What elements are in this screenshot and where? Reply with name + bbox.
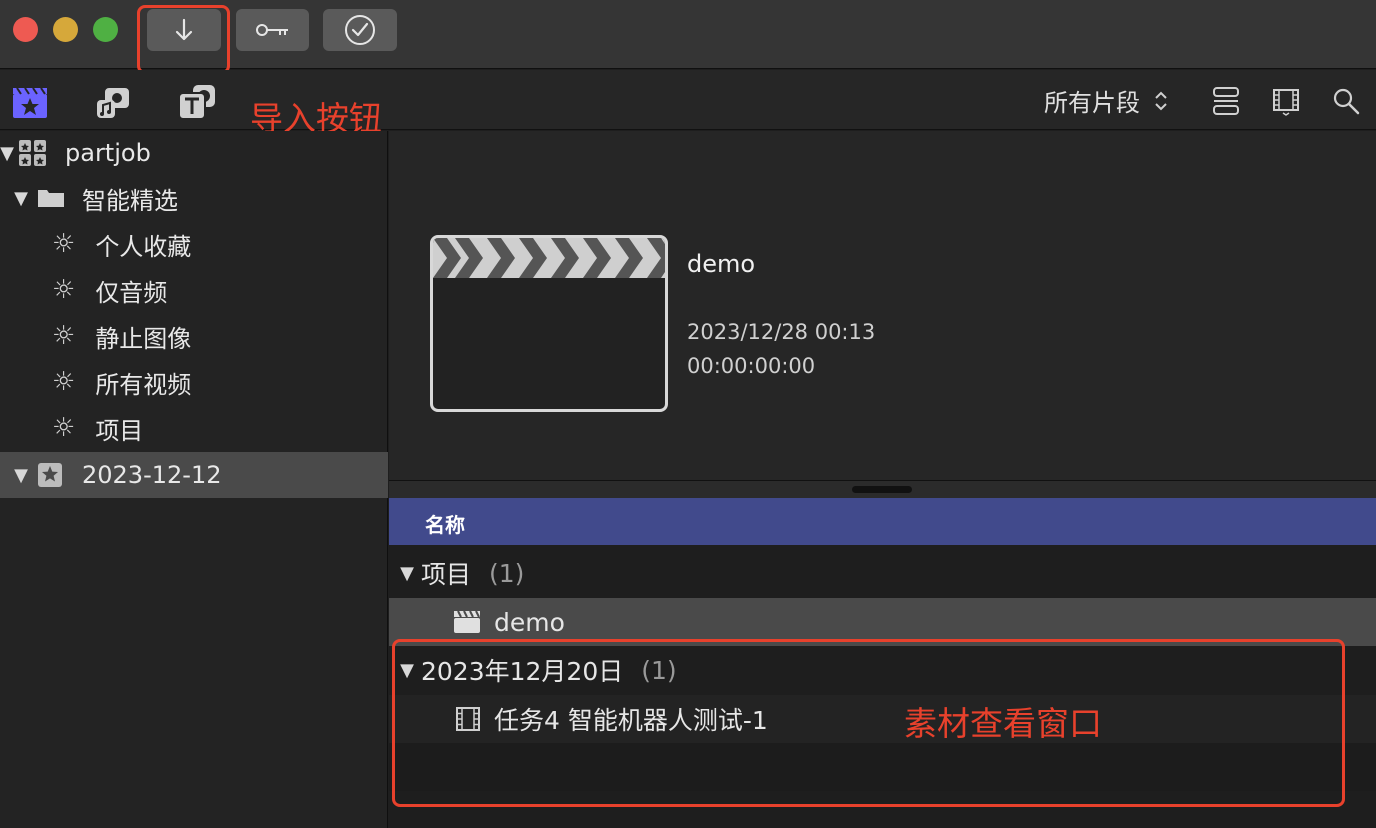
event-star-icon [38,463,62,487]
group-header-projects[interactable]: ▼ 项目 (1) [389,553,1376,593]
project-name: demo [494,607,565,637]
import-button-annotation-box [137,5,230,74]
smart-folder-name: 智能精选 [82,186,178,215]
sidebar-item-smart-collection[interactable]: ☼ 仅音频 [0,268,388,312]
library-name: partjob [65,139,151,167]
filmstrip-icon [1273,89,1299,116]
smart-collection-label: 个人收藏 [95,232,192,261]
disclosure-triangle-icon[interactable]: ▼ [11,465,31,486]
event-name: 2023-12-12 [82,461,222,489]
libraries-tab[interactable] [10,82,50,122]
photos-audio-tab[interactable] [94,82,134,122]
folder-icon [38,190,64,207]
smart-collection-label: 仅音频 [95,278,168,307]
gear-icon: ☼ [52,275,76,305]
disclosure-triangle-icon[interactable]: ▼ [11,188,31,209]
clip-view-icon [1213,87,1239,115]
disclosure-triangle-icon[interactable]: ▼ [397,563,417,584]
sidebar-item-smart-folder[interactable]: ▼ 智能精选 [0,176,388,220]
clip-name: demo [687,250,756,278]
smart-collection-label: 项目 [95,416,144,445]
library-grid-icon [19,140,46,166]
clip-appearance-button[interactable] [1208,84,1244,118]
gear-icon: ☼ [52,229,76,259]
key-icon [255,24,288,36]
clip-filter-label: 所有片段 [1044,89,1140,117]
title-text-icon [178,85,215,120]
pane-divider[interactable] [389,480,1376,498]
gear-icon: ☼ [52,367,76,397]
column-name-label: 名称 [425,513,465,537]
keywords-button[interactable] [236,9,309,51]
project-thumbnail[interactable] [430,235,668,412]
disclosure-triangle-icon[interactable]: ▼ [0,143,17,164]
clapperboard-icon [454,610,480,633]
group-title: 项目 [421,560,472,589]
sidebar-item-event[interactable]: ▼ 2023-12-12 [0,452,388,498]
group-count: (1) [489,558,525,588]
resize-handle[interactable] [852,486,912,493]
sidebar-item-smart-collection[interactable]: ☼ 静止图像 [0,314,388,358]
chevron-up-down-icon [1155,91,1167,110]
browser-window-annotation-box [392,639,1345,807]
sidebar-item-library[interactable]: ▼ partjob [0,131,388,175]
list-view-toggle[interactable] [1268,84,1304,118]
minimize-window-button[interactable] [53,17,78,42]
sidebar-item-smart-collection[interactable]: ☼ 项目 [0,406,388,450]
gear-icon: ☼ [52,321,76,351]
background-tasks-button[interactable] [323,9,397,51]
clapper-star-icon [13,87,47,118]
clapperboard-icon [433,238,665,278]
close-window-button[interactable] [13,17,38,42]
list-column-header[interactable]: 名称 [389,498,1376,545]
camera-music-icon [97,88,129,118]
search-button[interactable] [1328,84,1364,118]
sidebar-item-smart-collection[interactable]: ☼ 所有视频 [0,360,388,404]
clip-timecode: 00:00:00:00 [687,354,816,378]
smart-collection-label: 所有视频 [95,370,192,399]
sidebar-item-smart-collection[interactable]: ☼ 个人收藏 [0,222,388,266]
smart-collection-label: 静止图像 [95,324,192,353]
browser-window-annotation: 素材查看窗口 [904,704,1102,743]
clip-date: 2023/12/28 00:13 [687,320,876,344]
checkmark-circle-icon [345,15,375,45]
libraries-sidebar: ▼ partjob ▼ 智能精选 ☼ 个人收藏 ☼ 仅音频 ☼ 静止图像 ☼ 所… [0,131,388,828]
search-icon [1333,88,1360,115]
clip-filter-dropdown[interactable]: 所有片段 [1044,83,1168,118]
gear-icon: ☼ [52,413,76,443]
browser-toolbar: 导入按钮 所有片段 [0,70,1376,138]
titles-generators-tab[interactable] [177,82,217,122]
zoom-window-button[interactable] [93,17,118,42]
